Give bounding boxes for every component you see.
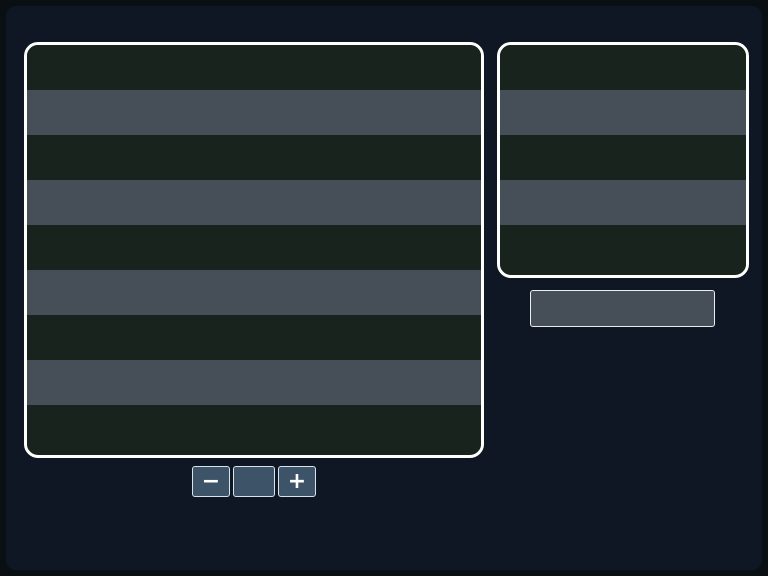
board-row-dark (500, 45, 746, 90)
level-stepper: − + (192, 466, 316, 497)
board-row-dark (27, 135, 481, 180)
board-row-light (500, 180, 746, 225)
decrement-button[interactable]: − (192, 466, 230, 497)
stepper-value (233, 466, 275, 497)
main-board[interactable] (24, 42, 484, 458)
board-row-dark (27, 405, 481, 450)
minus-icon: − (201, 468, 221, 494)
board-row-light (27, 360, 481, 405)
increment-button[interactable]: + (278, 466, 316, 497)
plus-icon: + (287, 468, 307, 494)
board-row-light (27, 180, 481, 225)
board-row-light (27, 90, 481, 135)
preview-board (497, 42, 749, 278)
board-row-dark (27, 45, 481, 90)
board-row-dark (27, 315, 481, 360)
board-row-light (500, 90, 746, 135)
status-bar (530, 290, 715, 327)
board-row-dark (27, 225, 481, 270)
board-row-dark (500, 225, 746, 270)
board-row-light (27, 270, 481, 315)
board-row-dark (500, 135, 746, 180)
